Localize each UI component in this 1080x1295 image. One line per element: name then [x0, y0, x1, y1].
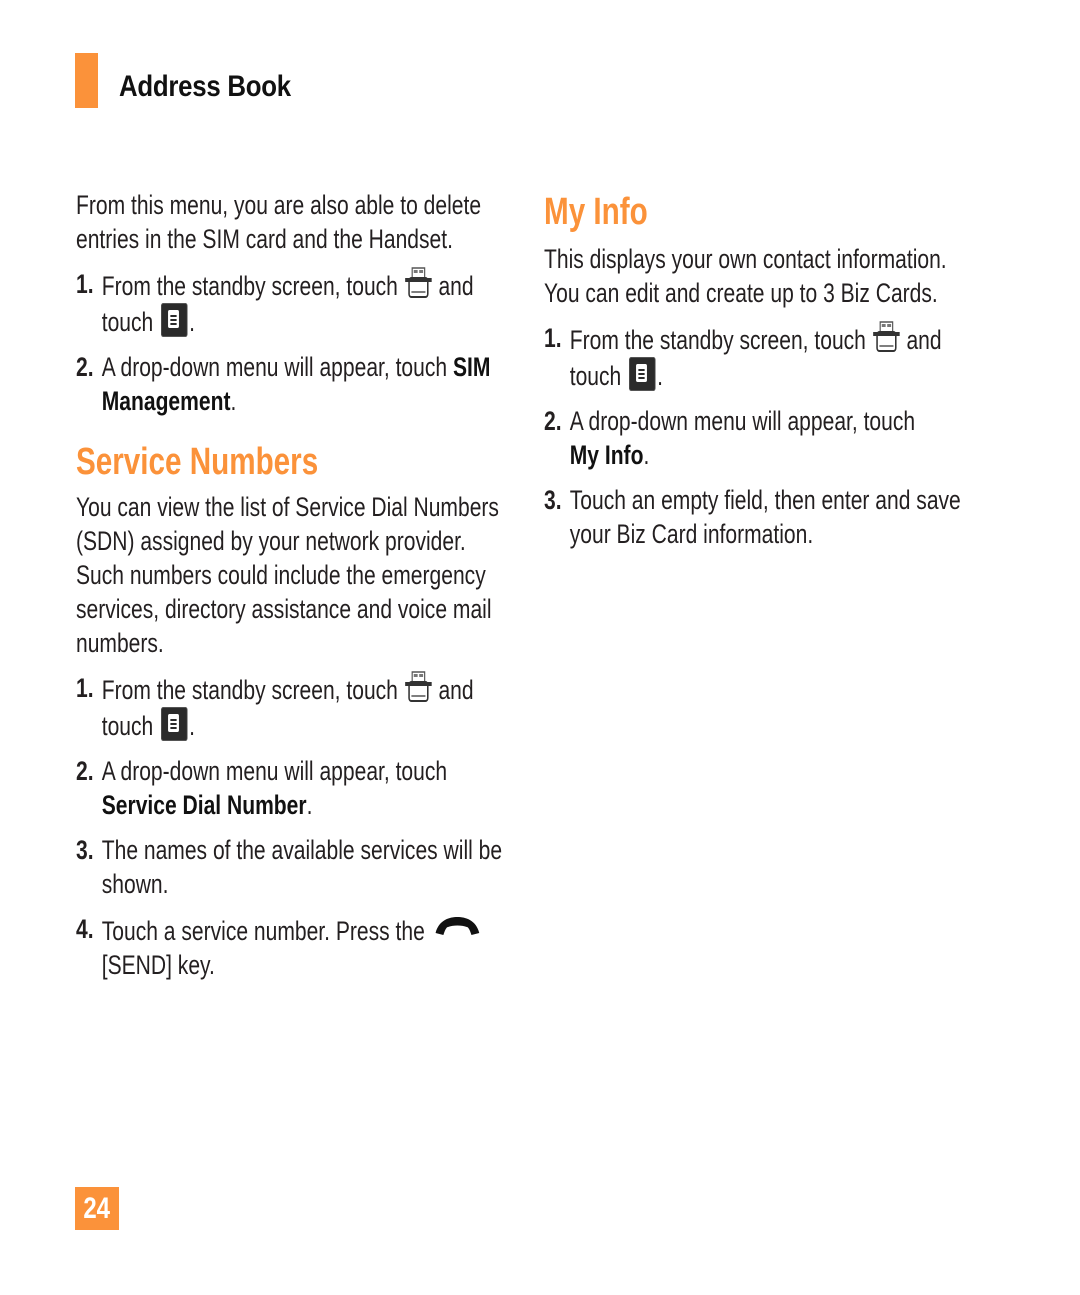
step-number: 3.: [76, 835, 94, 865]
step-number: 4.: [76, 914, 94, 944]
step-number: 1.: [544, 323, 562, 353]
step-text-touch: touch: [101, 711, 154, 741]
step-text-and: and: [438, 271, 474, 301]
address-book-icon: [404, 671, 432, 705]
service-step-4: 4. Touch a service number. Press the [SE…: [76, 912, 521, 982]
step-text-send-key: [SEND] key.: [101, 950, 215, 980]
my-info-heading: My Info: [544, 191, 648, 233]
punctuation: .: [306, 790, 313, 820]
my-info-step-1: 1. From the standby screen, touch and tou…: [544, 321, 981, 393]
step-text-and: and: [906, 325, 942, 355]
menu-option-my-info: My Info: [569, 440, 644, 470]
step-text: From the standby screen, touch: [101, 675, 398, 705]
my-info-step-3: 3. Touch an empty field, then enter and …: [544, 483, 981, 551]
service-step-2: 2. A drop-down menu will appear, touch S…: [76, 754, 521, 822]
menu-option-service-dial-number: Service Dial Number: [101, 790, 307, 820]
punctuation: .: [189, 307, 196, 337]
service-numbers-paragraph: You can view the list of Service Dial Nu…: [76, 492, 499, 658]
address-book-icon: [404, 267, 432, 301]
step-text: Touch a service number. Press the: [101, 916, 425, 946]
page-number-badge: 24: [75, 1187, 119, 1230]
section-marker-bar: [75, 53, 98, 108]
step-number: 2.: [544, 406, 562, 436]
step-text: A drop-down menu will appear, touch: [101, 756, 448, 786]
step-number: 1.: [76, 673, 94, 703]
punctuation: .: [657, 361, 664, 391]
send-phone-icon: [434, 912, 481, 935]
punctuation: .: [189, 711, 196, 741]
step-text: From the standby screen, touch: [101, 271, 398, 301]
step-text: From the standby screen, touch: [569, 325, 866, 355]
punctuation: .: [230, 386, 237, 416]
intro-step-1: 1. From the standby screen, touch and tou…: [76, 267, 513, 339]
service-numbers-steps: 1. From the standby screen, touch and tou…: [76, 671, 521, 982]
menu-icon: [161, 707, 188, 741]
left-column: From this menu, you are also able to del…: [76, 188, 576, 982]
intro-steps: 1. From the standby screen, touch and tou…: [76, 267, 513, 418]
page-number: 24: [83, 1192, 111, 1225]
section-title: Address Book: [119, 70, 291, 103]
service-numbers-heading: Service Numbers: [76, 441, 319, 483]
intro-paragraph: From this menu, you are also able to del…: [76, 190, 482, 254]
step-number: 2.: [76, 352, 94, 382]
step-text: The names of the available services will…: [101, 835, 503, 899]
my-info-step-2: 2. A drop-down menu will appear, touch M…: [544, 404, 981, 472]
step-text: A drop-down menu will appear, touch: [569, 406, 916, 436]
service-step-1: 1. From the standby screen, touch and tou…: [76, 671, 521, 743]
my-info-steps: 1. From the standby screen, touch and tou…: [544, 321, 981, 551]
right-column: My Info This displays your own contact i…: [544, 188, 1044, 551]
step-text: Touch an empty field, then enter and sav…: [569, 485, 961, 549]
step-number: 3.: [544, 485, 562, 515]
service-step-3: 3. The names of the available services w…: [76, 833, 521, 901]
step-text-touch: touch: [101, 307, 154, 337]
step-text: A drop-down menu will appear, touch: [101, 352, 448, 382]
step-number: 2.: [76, 756, 94, 786]
menu-icon: [629, 357, 656, 391]
menu-icon: [161, 303, 188, 337]
step-number: 1.: [76, 269, 94, 299]
punctuation: .: [643, 440, 650, 470]
my-info-paragraph: This displays your own contact informati…: [544, 244, 947, 308]
intro-step-2: 2. A drop-down menu will appear, touch S…: [76, 350, 513, 418]
step-text-touch: touch: [569, 361, 622, 391]
address-book-icon: [872, 321, 900, 355]
step-text-and: and: [438, 675, 474, 705]
